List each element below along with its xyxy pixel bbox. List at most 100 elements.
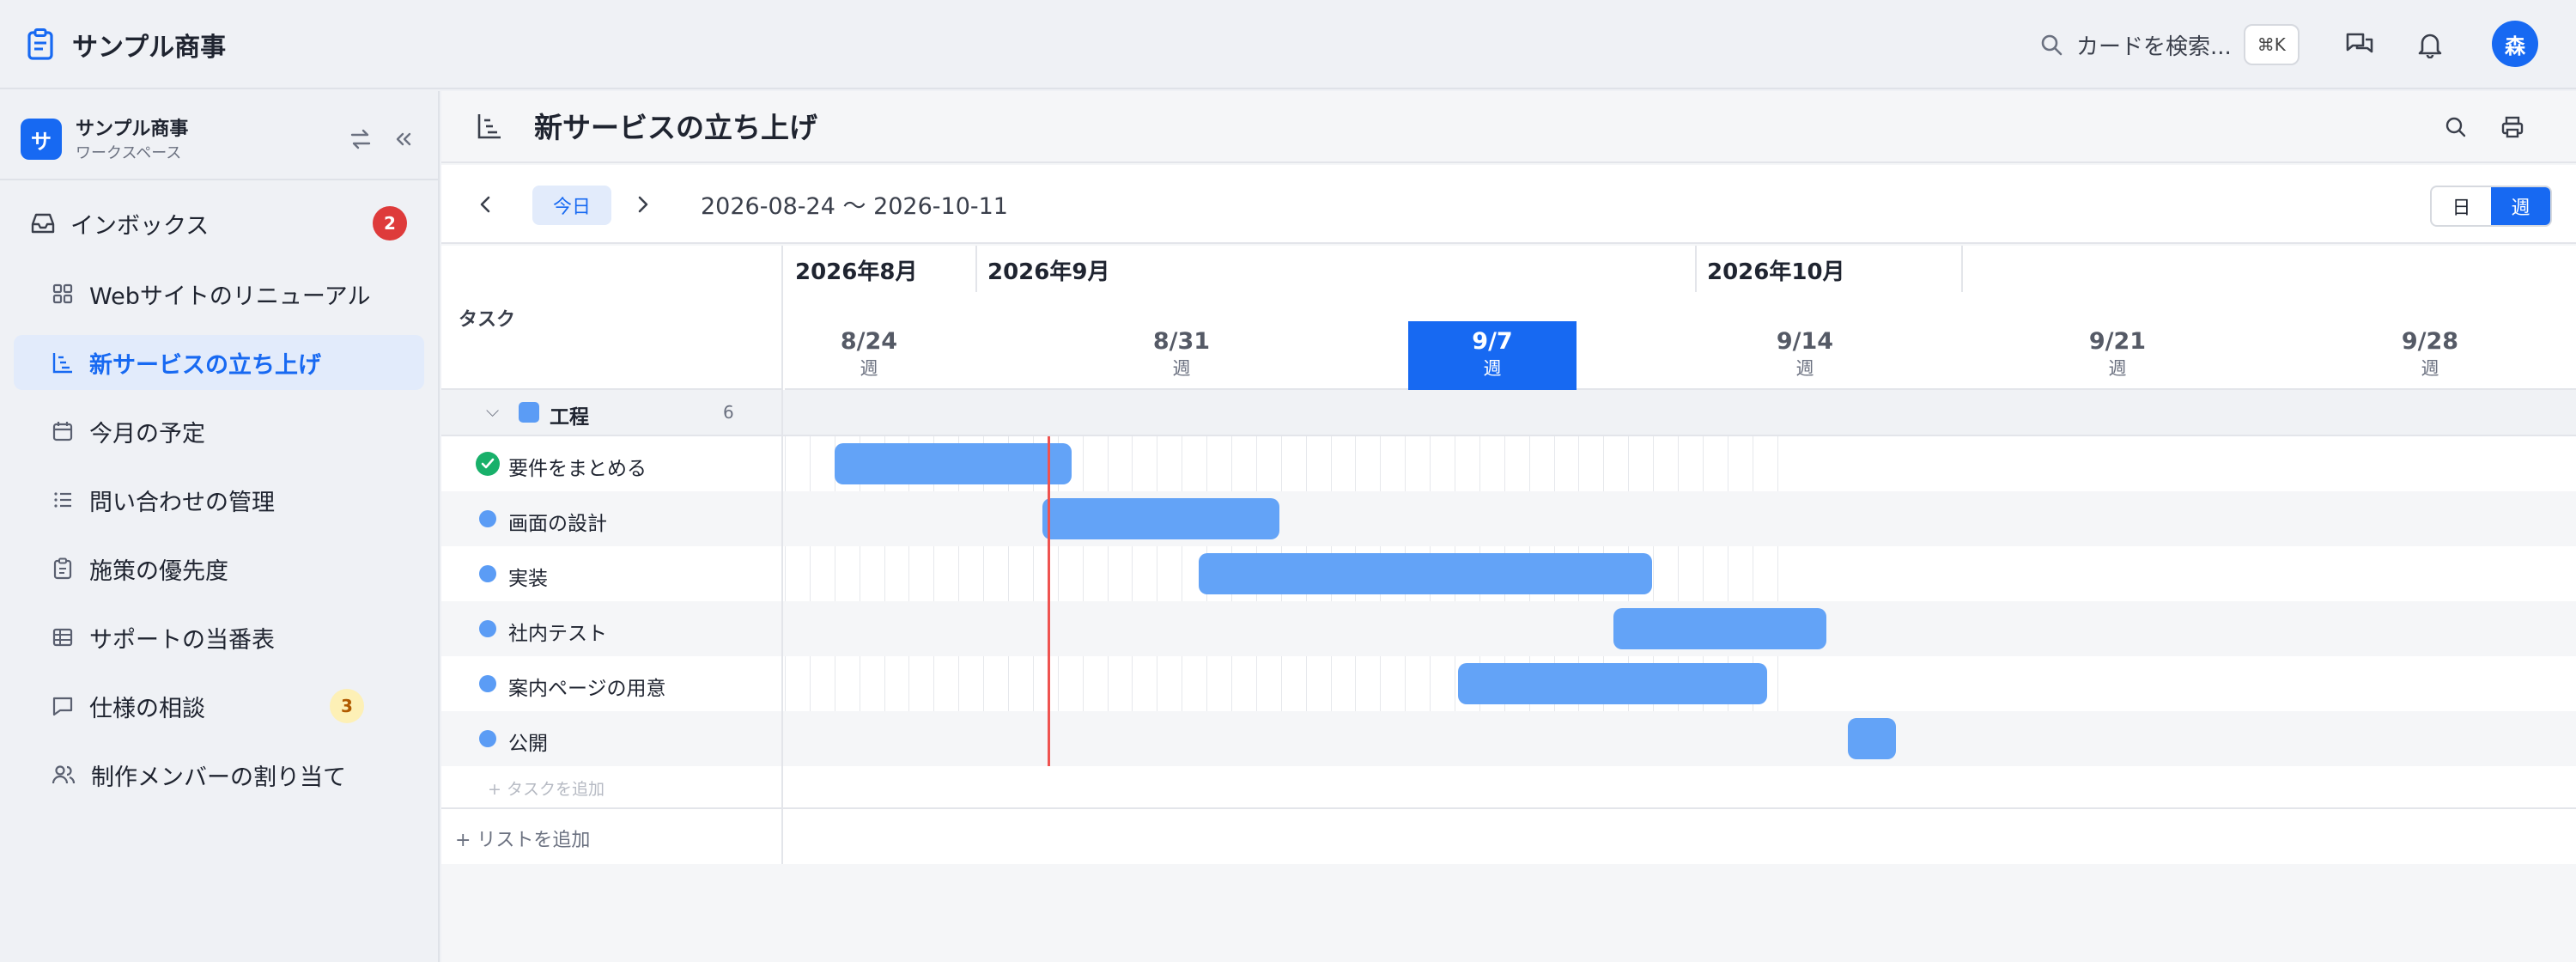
sidebar-item-label: 施策の優先度 xyxy=(89,557,228,585)
grid-icon xyxy=(52,283,74,305)
sidebar-item-label: 制作メンバーの割り当て xyxy=(91,764,346,791)
list-icon xyxy=(52,489,74,511)
view-toggle: 日 週 xyxy=(2430,186,2552,227)
check-circle-icon[interactable] xyxy=(476,452,500,476)
task-bar[interactable] xyxy=(1847,718,1896,759)
task-label: 案内ページの用意 xyxy=(508,678,666,700)
task-cell: 画面の設計 xyxy=(441,491,783,546)
month-label: 2026年9月 xyxy=(977,246,1697,292)
week-date: 8/24 xyxy=(840,328,898,355)
workspace-switcher[interactable]: サ サンプル商事 ワークスペース xyxy=(21,112,419,167)
week-column[interactable]: 8/24 週 xyxy=(785,321,953,390)
sidebar-item-inbox[interactable]: インボックス 2 xyxy=(14,198,424,249)
sidebar-item-label: 新サービスの立ち上げ xyxy=(89,351,321,379)
page-title: 新サービスの立ち上げ xyxy=(534,111,817,144)
task-bar[interactable] xyxy=(835,443,1072,484)
sidebar-item-support-rota[interactable]: サポートの当番表 xyxy=(14,610,424,665)
search-box[interactable]: カードを検索... ⌘K xyxy=(2040,22,2300,67)
next-period-button[interactable] xyxy=(623,186,661,223)
prev-period-button[interactable] xyxy=(467,186,505,223)
task-row[interactable]: 要件をまとめる xyxy=(441,436,2576,491)
week-date: 9/7 xyxy=(1472,328,1513,355)
task-header-label: タスク xyxy=(459,309,516,331)
app-title: サンプル商事 xyxy=(72,33,227,63)
group-header: ⌵ 工程 6 xyxy=(441,390,783,436)
search-icon xyxy=(2040,33,2063,56)
task-label: 実装 xyxy=(508,568,548,590)
status-dot xyxy=(479,620,496,637)
sidebar-item-member-assignment[interactable]: 制作メンバーの割り当て xyxy=(14,747,424,802)
week-column[interactable]: 9/14 週 xyxy=(1721,321,1889,390)
week-date: 8/31 xyxy=(1152,328,1211,355)
task-label: 社内テスト xyxy=(508,623,607,645)
add-task-button[interactable]: + タスクを追加 xyxy=(441,766,783,807)
sidebar-item-spec-discussion[interactable]: 仕様の相談 3 xyxy=(14,679,424,734)
task-bar[interactable] xyxy=(1042,498,1280,539)
task-row[interactable]: 公開 xyxy=(441,711,2576,766)
task-row[interactable]: 画面の設計 xyxy=(441,491,2576,546)
task-cell: 案内ページの用意 xyxy=(441,656,783,711)
search-icon[interactable] xyxy=(2439,110,2473,144)
task-bar[interactable] xyxy=(1613,608,1827,649)
task-label: 要件をまとめる xyxy=(508,458,647,480)
status-dot xyxy=(479,565,496,582)
group-count: 6 xyxy=(723,402,734,423)
bell-icon[interactable] xyxy=(2411,26,2449,64)
task-cell: 実装 xyxy=(441,546,783,601)
print-icon[interactable] xyxy=(2495,110,2530,144)
workspace-logo: サ xyxy=(21,119,62,160)
sidebar-item-inquiries[interactable]: 問い合わせの管理 xyxy=(14,472,424,527)
add-list-label: + リストを追加 xyxy=(455,830,591,851)
sidebar: サ サンプル商事 ワークスペース インボックス 2 Webサイトのリニューアル … xyxy=(0,91,440,962)
task-bar[interactable] xyxy=(1198,553,1652,594)
date-range: 2026-08-24 〜 2026-10-11 xyxy=(701,193,1008,220)
top-bar: サンプル商事 カードを検索... ⌘K 森 xyxy=(0,0,2576,89)
today-marker xyxy=(1048,436,1051,766)
group-label: 工程 xyxy=(550,406,589,429)
sidebar-item-label: サポートの当番表 xyxy=(89,626,275,654)
task-label: 公開 xyxy=(508,733,548,755)
chat-icon[interactable] xyxy=(2341,26,2379,64)
week-date: 9/14 xyxy=(1776,328,1834,355)
month-label: 2026年10月 xyxy=(1697,246,1963,292)
week-column[interactable]: 9/21 週 xyxy=(2033,321,2202,390)
task-label: 画面の設計 xyxy=(508,513,607,535)
timeline-header: 2026年8月 2026年9月 2026年10月 8/24 週 8/31 週 9… xyxy=(785,246,2576,390)
group-row[interactable]: ⌵ 工程 6 xyxy=(441,390,2576,436)
search-input[interactable]: カードを検索... xyxy=(2076,29,2232,61)
week-column-current[interactable]: 9/7 週 xyxy=(1408,321,1577,390)
sidebar-item-monthly-schedule[interactable]: 今月の予定 xyxy=(14,404,424,459)
sidebar-item-label: 今月の予定 xyxy=(89,420,205,448)
view-week-button[interactable]: 週 xyxy=(2491,187,2550,225)
sidebar-item-new-service-launch[interactable]: 新サービスの立ち上げ xyxy=(14,335,424,390)
status-dot xyxy=(479,510,496,527)
gantt-icon xyxy=(476,112,503,141)
workspace-subtitle: ワークスペース xyxy=(76,144,182,162)
table-icon xyxy=(52,626,74,648)
collapse-sidebar-icon[interactable] xyxy=(388,124,419,155)
view-day-button[interactable]: 日 xyxy=(2432,187,2491,225)
week-column[interactable]: 8/31 週 xyxy=(1097,321,1266,390)
sidebar-item-label: インボックス xyxy=(70,212,210,240)
search-shortcut: ⌘K xyxy=(2243,24,2300,65)
add-list-button[interactable]: + リストを追加 xyxy=(441,809,783,864)
chevron-down-icon[interactable]: ⌵ xyxy=(486,400,499,421)
inbox-badge: 2 xyxy=(373,206,407,240)
task-row[interactable]: 社内テスト xyxy=(441,601,2576,656)
task-cell: 公開 xyxy=(441,711,783,766)
task-bar[interactable] xyxy=(1457,663,1767,704)
sidebar-divider xyxy=(0,179,438,180)
app-brand[interactable]: サンプル商事 xyxy=(26,26,226,64)
sidebar-item-priorities[interactable]: 施策の優先度 xyxy=(14,541,424,596)
users-icon xyxy=(52,764,76,786)
week-date: 9/28 xyxy=(2401,328,2459,355)
today-button[interactable]: 今日 xyxy=(532,186,611,225)
swap-icon[interactable] xyxy=(345,124,376,155)
gantt-chart: タスク 2026年8月 2026年9月 2026年10月 8/24 週 8/31… xyxy=(441,246,2576,864)
calendar-icon xyxy=(52,420,74,442)
gantt-icon xyxy=(52,351,74,374)
user-avatar[interactable]: 森 xyxy=(2492,21,2538,67)
sidebar-item-website-renewal[interactable]: Webサイトのリニューアル xyxy=(14,266,424,321)
clipboard-icon xyxy=(52,557,74,580)
week-column[interactable]: 9/28 週 xyxy=(2346,321,2514,390)
